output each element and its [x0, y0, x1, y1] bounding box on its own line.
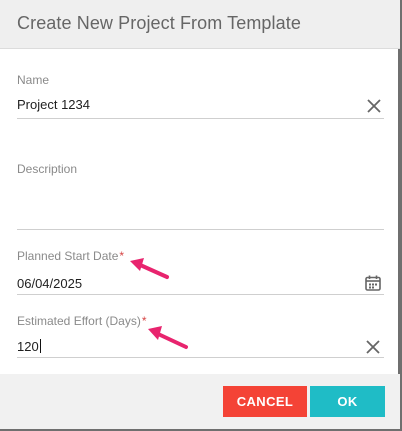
name-label: Name	[17, 73, 50, 87]
estimated-effort-label-text: Estimated Effort (Days)	[17, 314, 141, 328]
dialog-title: Create New Project From Template	[17, 13, 301, 33]
estimated-effort-label: Estimated Effort (Days)*	[17, 314, 147, 328]
estimated-effort-input[interactable]: 120	[17, 339, 41, 354]
estimated-effort-field[interactable]: 120	[17, 333, 384, 358]
planned-start-date-label: Planned Start Date*	[17, 249, 124, 263]
create-project-dialog: Create New Project From Template Name Pr…	[0, 0, 400, 429]
dialog-footer: CANCEL OK	[0, 374, 400, 429]
text-caret	[39, 339, 41, 353]
annotation-arrow-icon	[130, 258, 169, 279]
annotation-arrow-icon	[148, 326, 188, 349]
clear-effort-icon[interactable]	[364, 338, 382, 356]
calendar-icon[interactable]	[364, 274, 382, 292]
description-field[interactable]	[17, 180, 384, 230]
planned-start-date-value: 06/04/2025	[17, 276, 83, 291]
planned-start-date-label-text: Planned Start Date	[17, 249, 119, 263]
required-asterisk: *	[119, 249, 125, 263]
ok-button[interactable]: OK	[310, 386, 385, 417]
estimated-effort-value: 120	[17, 339, 39, 354]
name-value: Project 1234	[17, 97, 90, 112]
dialog-header: Create New Project From Template	[0, 0, 400, 49]
clear-name-icon[interactable]	[365, 97, 383, 115]
description-label: Description	[17, 162, 78, 176]
name-field[interactable]: Project 1234	[17, 92, 384, 119]
planned-start-date-field[interactable]: 06/04/2025	[17, 268, 384, 295]
cancel-button[interactable]: CANCEL	[223, 386, 307, 417]
